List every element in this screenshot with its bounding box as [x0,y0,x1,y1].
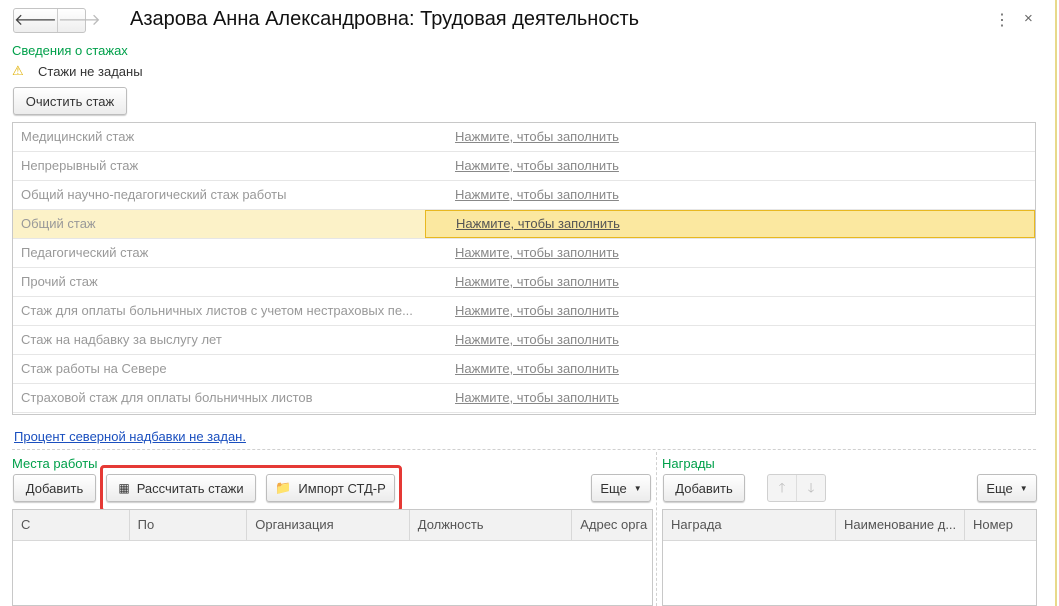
col-to[interactable]: По [130,510,248,540]
col-from[interactable]: С [13,510,130,540]
arrow-down-icon[interactable]: 🡓 [797,475,825,501]
chevron-down-icon: ▼ [633,483,642,493]
import-std-button[interactable]: 📁 Импорт СТД-Р [266,474,395,502]
experience-row[interactable]: Стаж для оплаты больничных листов с учет… [13,297,1035,326]
fill-link[interactable]: Нажмите, чтобы заполнить [425,239,1035,267]
clear-experience-button[interactable]: Очистить стаж [13,87,127,115]
calc-label: Рассчитать стажи [136,480,244,496]
awards-table: Награда Наименование д... Номер [662,509,1037,606]
workplaces-more-button[interactable]: Еще ▼ [591,474,651,502]
warning-text: Стажи не заданы [38,64,143,79]
fill-link[interactable]: Нажмите, чтобы заполнить [425,355,1035,383]
calc-experience-button[interactable]: ▦ Рассчитать стажи [106,474,256,502]
awards-more-button[interactable]: Еще ▼ [977,474,1037,502]
forward-arrow-icon[interactable]: 🡒 [58,9,101,32]
right-edge [1055,0,1057,606]
close-icon[interactable]: × [1024,10,1033,27]
col-position[interactable]: Должность [410,510,573,540]
experience-type: Стаж работы на Севере [21,361,167,376]
calculator-icon: ▦ [118,481,130,495]
fill-link[interactable]: Нажмите, чтобы заполнить [425,210,1035,238]
col-doc-name[interactable]: Наименование д... [836,510,965,540]
col-address[interactable]: Адрес орга [572,510,652,540]
experience-row[interactable]: Прочий стаж Нажмите, чтобы заполнить [13,268,1035,297]
folder-import-icon: 📁 [275,480,292,495]
fill-link[interactable]: Нажмите, чтобы заполнить [425,268,1035,296]
fill-link[interactable]: Нажмите, чтобы заполнить [425,181,1035,209]
add-workplace-button[interactable]: Добавить [13,474,96,502]
experience-row[interactable]: Педагогический стаж Нажмите, чтобы заполн… [13,239,1035,268]
more-menu-icon[interactable]: ⋮ [994,10,1010,30]
experience-row[interactable]: Общий стаж Нажмите, чтобы заполнить [13,210,1035,239]
move-buttons: 🡑 🡓 [767,474,826,502]
experience-type: Общий стаж [21,216,96,231]
experience-type: Стаж для оплаты больничных листов с учет… [21,303,413,318]
divider-vertical [656,452,657,606]
workplaces-title: Места работы [12,456,98,471]
add-award-button[interactable]: Добавить [663,474,745,502]
experience-row[interactable]: Непрерывный стаж Нажмите, чтобы заполнить [13,152,1035,181]
fill-link[interactable]: Нажмите, чтобы заполнить [425,123,1035,151]
col-organization[interactable]: Организация [247,510,410,540]
page-title: Азарова Анна Александровна: Трудовая дея… [130,8,640,30]
experience-grid: Медицинский стаж Нажмите, чтобы заполнить… [12,122,1036,415]
experience-row[interactable]: Общий научно-педагогический стаж работы Н… [13,181,1035,210]
experience-type: Медицинский стаж [21,129,135,144]
fill-link[interactable]: Нажмите, чтобы заполнить [425,326,1035,354]
experience-row[interactable]: Страховой стаж для оплаты больничных лис… [13,384,1035,413]
fill-link[interactable]: Нажмите, чтобы заполнить [425,152,1035,180]
experience-type: Прочий стаж [21,274,98,289]
workplaces-table: С По Организация Должность Адрес орга [12,509,653,606]
experience-type: Общий научно-педагогический стаж работы [21,187,287,202]
back-arrow-icon[interactable]: 🡐 [14,9,58,32]
more-label: Еще [986,480,1013,496]
experience-row[interactable]: Медицинский стаж Нажмите, чтобы заполнить [13,123,1035,152]
arrow-up-icon[interactable]: 🡑 [768,475,797,501]
section-title: Сведения о стажах [12,43,128,58]
fill-link[interactable]: Нажмите, чтобы заполнить [425,384,1035,412]
more-label: Еще [600,480,627,496]
import-label: Импорт СТД-Р [298,480,386,496]
experience-type: Непрерывный стаж [21,158,139,173]
north-allowance-link[interactable]: Процент северной надбавки не задан. [14,429,246,444]
nav-buttons: 🡐 🡒 [13,8,101,33]
fill-link[interactable]: Нажмите, чтобы заполнить [425,297,1035,325]
experience-type: Страховой стаж для оплаты больничных лис… [21,390,313,405]
experience-type: Педагогический стаж [21,245,149,260]
warning-icon: ⚠ [12,63,24,78]
col-award[interactable]: Награда [663,510,836,540]
awards-title: Награды [662,456,715,471]
experience-type: Стаж на надбавку за выслугу лет [21,332,222,347]
experience-row[interactable]: Стаж работы на Севере Нажмите, чтобы запо… [13,355,1035,384]
experience-row[interactable]: Стаж на надбавку за выслугу лет Нажмите, … [13,326,1035,355]
col-number[interactable]: Номер [965,510,1036,540]
chevron-down-icon: ▼ [1019,483,1028,493]
divider [12,449,1036,450]
